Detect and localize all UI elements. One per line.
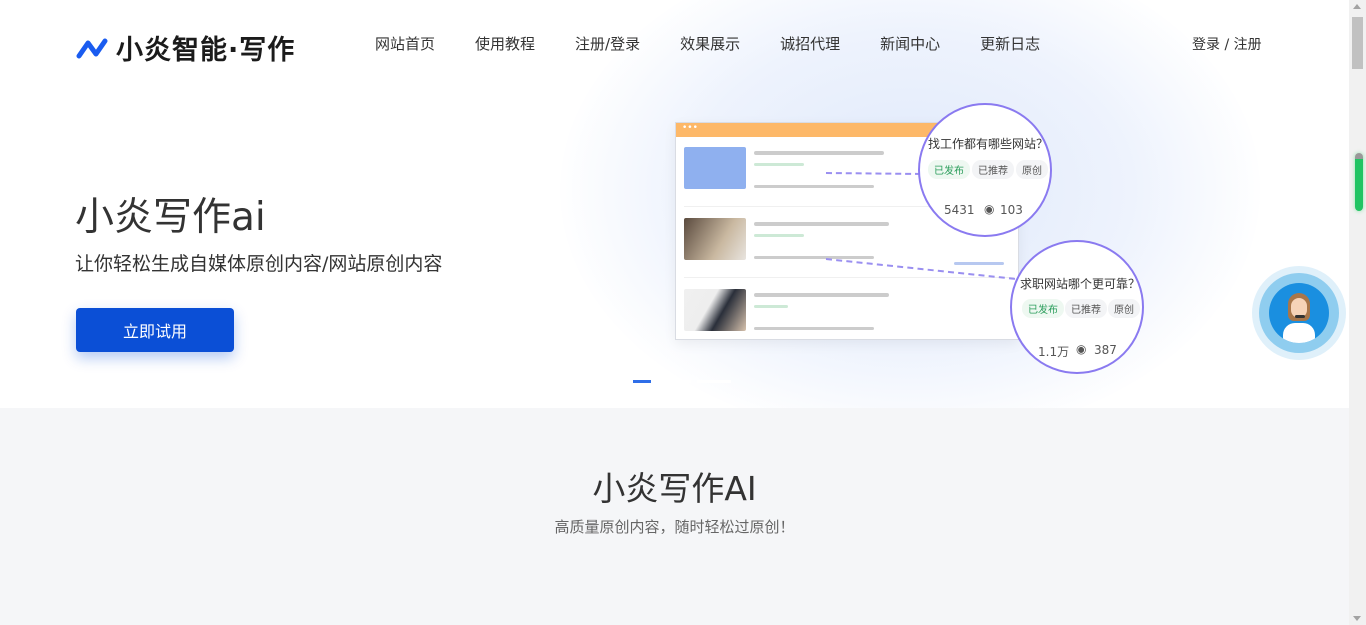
tag-published: 已发布 [928,160,970,179]
article-thumbnail [684,147,746,189]
tag-recommended: 已推荐 [972,160,1014,179]
view-count: 1.1万 [1038,343,1069,360]
eye-icon: ◉ [984,202,994,216]
carousel-indicators [633,380,731,383]
scroll-up-arrow-icon[interactable] [1353,4,1361,9]
article-thumbnail [684,289,746,331]
article-thumbnail [684,218,746,260]
login-register-link[interactable]: 登录 / 注册 [1192,34,1262,54]
read-count: 103 [1000,203,1023,217]
logo-icon [76,37,110,59]
tag-published: 已发布 [1022,299,1064,318]
side-progress-indicator [1355,153,1363,211]
support-agent-icon [1269,283,1329,343]
main-menu: 网站首页 使用教程 注册/登录 效果展示 诚招代理 新闻中心 更新日志 [375,33,1040,54]
lens-question: 找工作都有哪些网站？ [928,135,1048,152]
hero-title: 小炎写作ai [75,186,266,242]
carousel-dot[interactable] [633,380,651,383]
hero-banner: 小炎智能·写作 网站首页 使用教程 注册/登录 效果展示 诚招代理 新闻中心 更… [0,0,1349,408]
nav-tutorial[interactable]: 使用教程 [475,33,535,54]
intro-section: 小炎写作AI 高质量原创内容，随时轻松过原创！ [0,408,1349,625]
nav-news[interactable]: 新闻中心 [880,33,940,54]
tag-original: 原创 [1016,160,1048,179]
section-title: 小炎写作AI [0,462,1349,510]
page: 小炎智能·写作 网站首页 使用教程 注册/登录 效果展示 诚招代理 新闻中心 更… [0,0,1349,625]
nav-showcase[interactable]: 效果展示 [680,33,740,54]
magnifier-lens: 求职网站哪个更可靠？ 已发布 已推荐 原创 1.1万 ◉ 387 [1010,240,1144,374]
vertical-scrollbar[interactable] [1349,0,1366,625]
scrollbar-thumb[interactable] [1352,17,1363,69]
logo-text: 小炎智能·写作 [116,28,295,67]
article-row [684,289,1014,349]
top-nav: 小炎智能·写作 网站首页 使用教程 注册/登录 效果展示 诚招代理 新闻中心 更… [0,0,1349,86]
logo[interactable]: 小炎智能·写作 [76,28,295,67]
nav-register-login[interactable]: 注册/登录 [575,33,640,54]
nav-agent[interactable]: 诚招代理 [780,33,840,54]
try-now-button[interactable]: 立即试用 [76,308,234,352]
scroll-down-arrow-icon[interactable] [1353,616,1361,621]
tag-recommended: 已推荐 [1065,299,1107,318]
section-subtitle: 高质量原创内容，随时轻松过原创！ [0,516,1349,537]
eye-icon: ◉ [1076,342,1086,356]
nav-home[interactable]: 网站首页 [375,33,435,54]
hero-subtitle: 让你轻松生成自媒体原创内容/网站原创内容 [75,249,442,276]
nav-changelog[interactable]: 更新日志 [980,33,1040,54]
read-count: 387 [1094,343,1117,357]
lens-question: 求职网站哪个更可靠？ [1020,275,1140,292]
tag-original: 原创 [1108,299,1140,318]
view-count: 5431 [944,203,975,217]
carousel-dot[interactable] [697,380,731,383]
magnifier-lens: 找工作都有哪些网站？ 已发布 已推荐 原创 5431 ◉ 103 [918,103,1052,237]
carousel-dot[interactable] [657,380,691,383]
customer-service-button[interactable] [1252,266,1346,360]
